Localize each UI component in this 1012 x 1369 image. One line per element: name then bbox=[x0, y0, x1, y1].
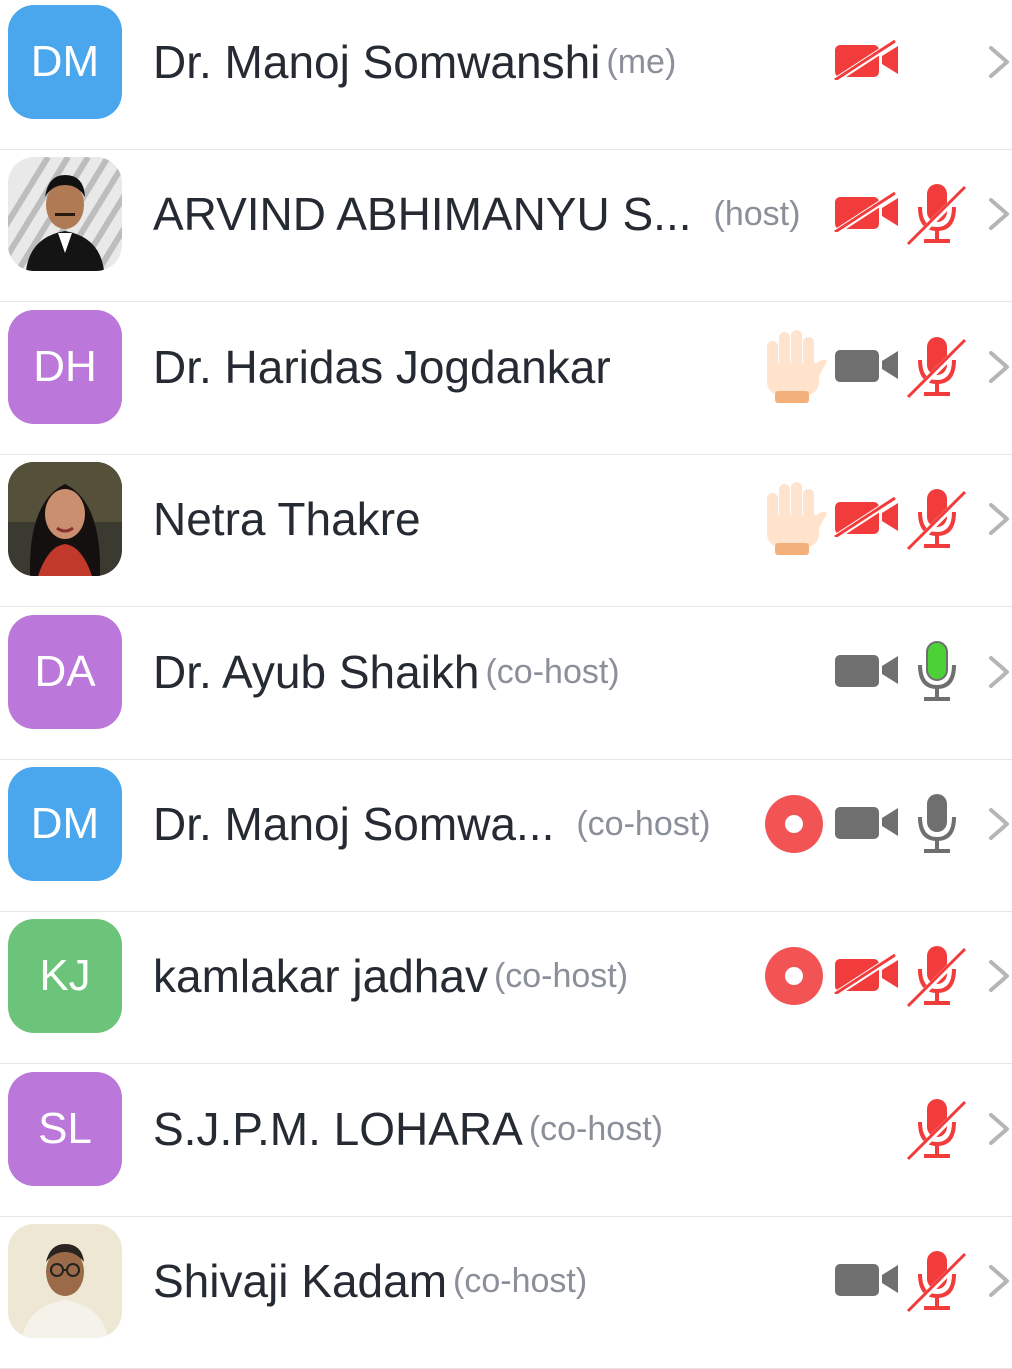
chevron-right-icon[interactable] bbox=[983, 347, 1012, 387]
video-off-icon bbox=[834, 495, 900, 542]
participant-name: Netra Thakre bbox=[153, 493, 421, 545]
avatar-initials: DM bbox=[30, 799, 100, 848]
participant-row[interactable]: DH Dr. Haridas Jogdankar bbox=[0, 303, 1012, 455]
participant-name-group: ARVIND ABHIMANYU S... (host) bbox=[153, 150, 800, 278]
participant-row[interactable]: DM Dr. Manoj Somwanshi (me) bbox=[0, 0, 1012, 150]
microphone-muted-icon bbox=[904, 181, 970, 252]
microphone-muted-icon bbox=[904, 334, 970, 405]
participant-role: (host) bbox=[713, 194, 801, 233]
avatar: DA bbox=[8, 615, 122, 729]
video-off-icon bbox=[834, 190, 900, 237]
avatar-initials: DA bbox=[34, 647, 96, 696]
participant-row[interactable]: Shivaji Kadam (co-host) bbox=[0, 1217, 1012, 1369]
microphone-muted-icon bbox=[904, 486, 970, 557]
chevron-right-icon[interactable] bbox=[983, 652, 1012, 692]
chevron-right-icon[interactable] bbox=[983, 1109, 1012, 1149]
participant-name: Shivaji Kadam bbox=[153, 1255, 448, 1307]
participant-name: Dr. Haridas Jogdankar bbox=[153, 341, 611, 393]
video-camera-icon bbox=[834, 650, 900, 695]
chevron-right-icon[interactable] bbox=[983, 1261, 1012, 1301]
participant-name: Dr. Manoj Somwanshi bbox=[153, 36, 601, 88]
participant-name-group: kamlakar jadhav (co-host) bbox=[153, 912, 628, 1040]
participant-role: (co-host) bbox=[528, 1109, 663, 1148]
participant-name: ARVIND ABHIMANYU S... bbox=[153, 188, 692, 240]
participant-name: kamlakar jadhav bbox=[153, 950, 488, 1002]
participant-name: Dr. Manoj Somwa... bbox=[153, 798, 555, 850]
participant-name-group: Dr. Manoj Somwanshi (me) bbox=[153, 0, 676, 126]
participant-row[interactable]: ARVIND ABHIMANYU S... (host) bbox=[0, 150, 1012, 302]
chevron-right-icon[interactable] bbox=[983, 804, 1012, 844]
video-camera-icon bbox=[834, 1259, 900, 1304]
raised-hand-icon bbox=[757, 479, 827, 562]
participant-role: (co-host) bbox=[485, 652, 620, 691]
avatar-initials: DH bbox=[33, 342, 97, 391]
microphone-icon bbox=[904, 639, 970, 710]
avatar: DH bbox=[8, 310, 122, 424]
participant-role: (co-host) bbox=[576, 804, 711, 843]
participant-row[interactable]: DA Dr. Ayub Shaikh (co-host) bbox=[0, 608, 1012, 760]
participants-list: DM Dr. Manoj Somwanshi (me) ARVIND ABHIMANY… bbox=[0, 0, 1012, 1369]
avatar: DM bbox=[8, 767, 122, 881]
avatar bbox=[8, 462, 122, 576]
participant-role: (co-host) bbox=[493, 956, 629, 995]
avatar-initials: SL bbox=[38, 1104, 92, 1153]
participant-row[interactable]: SL S.J.P.M. LOHARA (co-host) bbox=[0, 1065, 1012, 1217]
microphone-muted-icon bbox=[904, 1096, 970, 1167]
avatar: KJ bbox=[8, 919, 122, 1033]
participant-name-group: Netra Thakre bbox=[153, 455, 421, 583]
microphone-muted-icon bbox=[904, 1248, 970, 1319]
avatar: DM bbox=[8, 5, 122, 119]
chevron-right-icon[interactable] bbox=[983, 956, 1012, 996]
recording-icon bbox=[765, 947, 823, 1010]
avatar bbox=[8, 1224, 122, 1338]
recording-icon bbox=[765, 795, 823, 858]
participant-role: (me) bbox=[606, 42, 677, 81]
participant-role: (co-host) bbox=[453, 1261, 588, 1300]
chevron-right-icon[interactable] bbox=[983, 194, 1012, 234]
participant-row[interactable]: DM Dr. Manoj Somwa... (co-host) bbox=[0, 760, 1012, 912]
participant-row[interactable]: Netra Thakre bbox=[0, 455, 1012, 607]
participant-name-group: Shivaji Kadam (co-host) bbox=[153, 1217, 587, 1345]
video-camera-icon bbox=[834, 802, 900, 847]
raised-hand-icon bbox=[757, 327, 827, 410]
microphone-muted-icon bbox=[904, 943, 970, 1014]
participant-name-group: Dr. Ayub Shaikh (co-host) bbox=[153, 608, 620, 736]
participant-name: S.J.P.M. LOHARA bbox=[153, 1103, 523, 1155]
video-camera-icon bbox=[834, 345, 900, 390]
chevron-right-icon[interactable] bbox=[983, 499, 1012, 539]
participant-name-group: S.J.P.M. LOHARA (co-host) bbox=[153, 1065, 663, 1193]
participant-name-group: Dr. Manoj Somwa... (co-host) bbox=[153, 760, 711, 888]
chevron-right-icon[interactable] bbox=[983, 42, 1012, 82]
microphone-icon bbox=[904, 791, 970, 862]
avatar bbox=[8, 157, 122, 271]
participant-row[interactable]: KJ kamlakar jadhav (co-host) bbox=[0, 912, 1012, 1064]
participant-name-group: Dr. Haridas Jogdankar bbox=[153, 303, 611, 431]
avatar: SL bbox=[8, 1072, 122, 1186]
avatar-initials: DM bbox=[30, 37, 100, 86]
participant-name: Dr. Ayub Shaikh bbox=[153, 646, 480, 698]
video-off-icon bbox=[834, 952, 900, 999]
avatar-initials: KJ bbox=[39, 951, 91, 1000]
video-off-icon bbox=[834, 38, 900, 85]
